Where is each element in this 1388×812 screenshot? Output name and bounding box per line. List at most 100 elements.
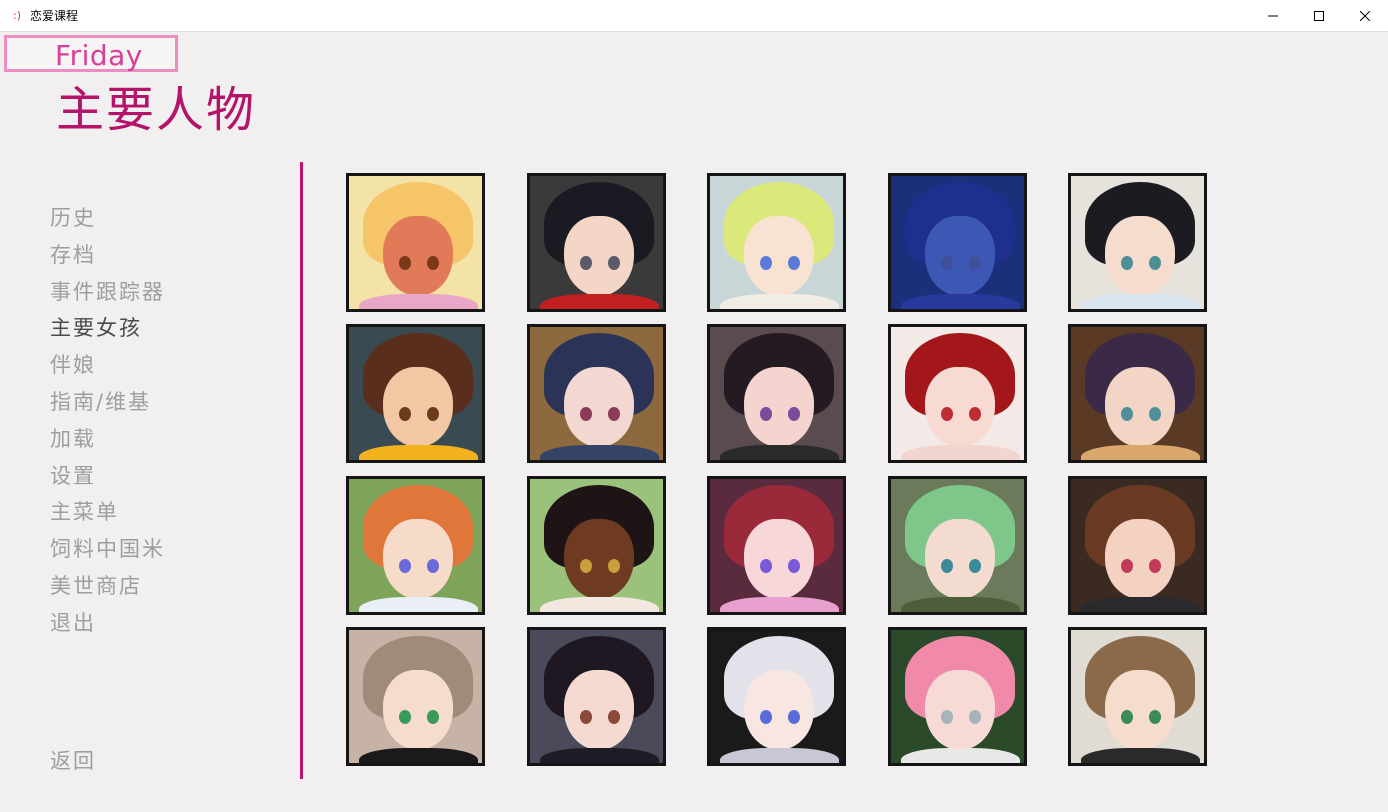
character-portrait[interactable] (887, 324, 1027, 464)
character-portrait[interactable] (346, 173, 485, 312)
menu-item-main-menu[interactable]: 主菜单 (50, 496, 165, 533)
portrait-eye (1149, 256, 1161, 270)
portrait-eye (427, 709, 439, 724)
character-portrait[interactable] (1068, 173, 1207, 312)
portrait-eye (1149, 558, 1161, 573)
portrait-eye (427, 558, 439, 573)
portrait-body (359, 445, 478, 461)
portrait-eye (399, 256, 411, 270)
day-indicator: Friday (4, 35, 178, 72)
menu-item-quit[interactable]: 退出 (50, 607, 165, 644)
portrait-face (383, 367, 453, 448)
close-icon (1360, 10, 1370, 21)
portrait-eye (760, 256, 772, 270)
portrait-eye (788, 558, 800, 573)
portrait-eye (399, 709, 411, 724)
portrait-eye (940, 407, 953, 422)
minimize-button[interactable] (1250, 0, 1296, 31)
character-grid (346, 173, 1207, 766)
menu-item-feed[interactable]: 饲料中国米 (50, 533, 165, 570)
character-portrait[interactable] (707, 475, 846, 615)
portrait-face (563, 367, 634, 448)
portrait-body (900, 596, 1020, 612)
menu-item-bridesmaids[interactable]: 伴娘 (50, 349, 165, 386)
character-portrait[interactable] (1068, 626, 1207, 766)
portrait-body (1081, 294, 1200, 309)
menu-item-history[interactable]: 历史 (50, 202, 165, 239)
portrait-eye (940, 558, 953, 573)
character-portrait[interactable] (526, 324, 666, 464)
character-portrait[interactable] (707, 324, 846, 464)
portrait-body (1081, 445, 1200, 461)
close-button[interactable] (1342, 0, 1388, 31)
menu-item-shop[interactable]: 美世商店 (50, 570, 165, 607)
portrait-body (1081, 596, 1200, 612)
character-portrait[interactable] (887, 626, 1027, 766)
portrait-body (900, 294, 1020, 309)
portrait-face (744, 367, 814, 448)
portrait-eye (607, 709, 620, 724)
character-portrait[interactable] (1068, 324, 1207, 464)
portrait-eye (1121, 558, 1133, 573)
portrait-body (900, 747, 1020, 763)
character-portrait[interactable] (346, 626, 485, 766)
page-title: 主要人物 (56, 82, 257, 138)
maximize-icon (1314, 10, 1324, 21)
back-button[interactable]: 返回 (50, 745, 96, 775)
portrait-eye (607, 558, 620, 573)
portrait-body (539, 596, 659, 612)
portrait-eye (607, 407, 620, 422)
portrait-body (539, 747, 659, 763)
portrait-face (744, 669, 814, 750)
menu-item-save[interactable]: 存档 (50, 239, 165, 276)
game-screen: Friday 主要人物 历史 存档 事件跟踪器 主要女孩 伴娘 指南/维基 加载… (0, 32, 1388, 812)
portrait-face (744, 216, 814, 296)
portrait-eye (788, 709, 800, 724)
portrait-eye (760, 709, 772, 724)
app-icon: :) (13, 8, 21, 22)
portrait-body (359, 294, 478, 309)
portrait-body (539, 294, 659, 309)
portrait-body (720, 596, 839, 612)
portrait-face (1105, 367, 1175, 448)
portrait-eye (1121, 256, 1133, 270)
portrait-eye (399, 558, 411, 573)
character-portrait[interactable] (707, 173, 846, 312)
character-portrait[interactable] (707, 626, 846, 766)
portrait-face (924, 367, 995, 448)
character-portrait[interactable] (1068, 475, 1207, 615)
character-portrait[interactable] (346, 475, 485, 615)
portrait-face (383, 216, 453, 296)
character-portrait[interactable] (526, 626, 666, 766)
portrait-eye (968, 709, 981, 724)
character-portrait[interactable] (887, 475, 1027, 615)
minimize-icon (1268, 15, 1278, 16)
character-portrait[interactable] (526, 475, 666, 615)
portrait-eye (760, 558, 772, 573)
menu-item-settings[interactable]: 设置 (50, 460, 165, 497)
menu-item-event-tracker[interactable]: 事件跟踪器 (50, 276, 165, 313)
portrait-body (539, 445, 659, 461)
side-menu: 历史 存档 事件跟踪器 主要女孩 伴娘 指南/维基 加载 设置 主菜单 饲料中国… (50, 202, 165, 644)
portrait-face (563, 216, 634, 296)
portrait-eye (940, 709, 953, 724)
window-controls (1250, 0, 1388, 31)
menu-item-main-girls[interactable]: 主要女孩 (50, 312, 165, 349)
portrait-eye (579, 256, 592, 270)
portrait-body (720, 747, 839, 763)
portrait-body (900, 445, 1020, 461)
portrait-face (1105, 518, 1175, 599)
portrait-face (924, 669, 995, 750)
character-portrait[interactable] (526, 173, 666, 312)
portrait-eye (788, 256, 800, 270)
menu-item-guide-wiki[interactable]: 指南/维基 (50, 386, 165, 423)
portrait-face (383, 669, 453, 750)
maximize-button[interactable] (1296, 0, 1342, 31)
portrait-eye (579, 558, 592, 573)
portrait-face (383, 518, 453, 599)
portrait-eye (1121, 709, 1133, 724)
menu-item-load[interactable]: 加载 (50, 423, 165, 460)
portrait-body (1081, 747, 1200, 763)
character-portrait[interactable] (346, 324, 485, 464)
character-portrait[interactable] (887, 173, 1027, 312)
